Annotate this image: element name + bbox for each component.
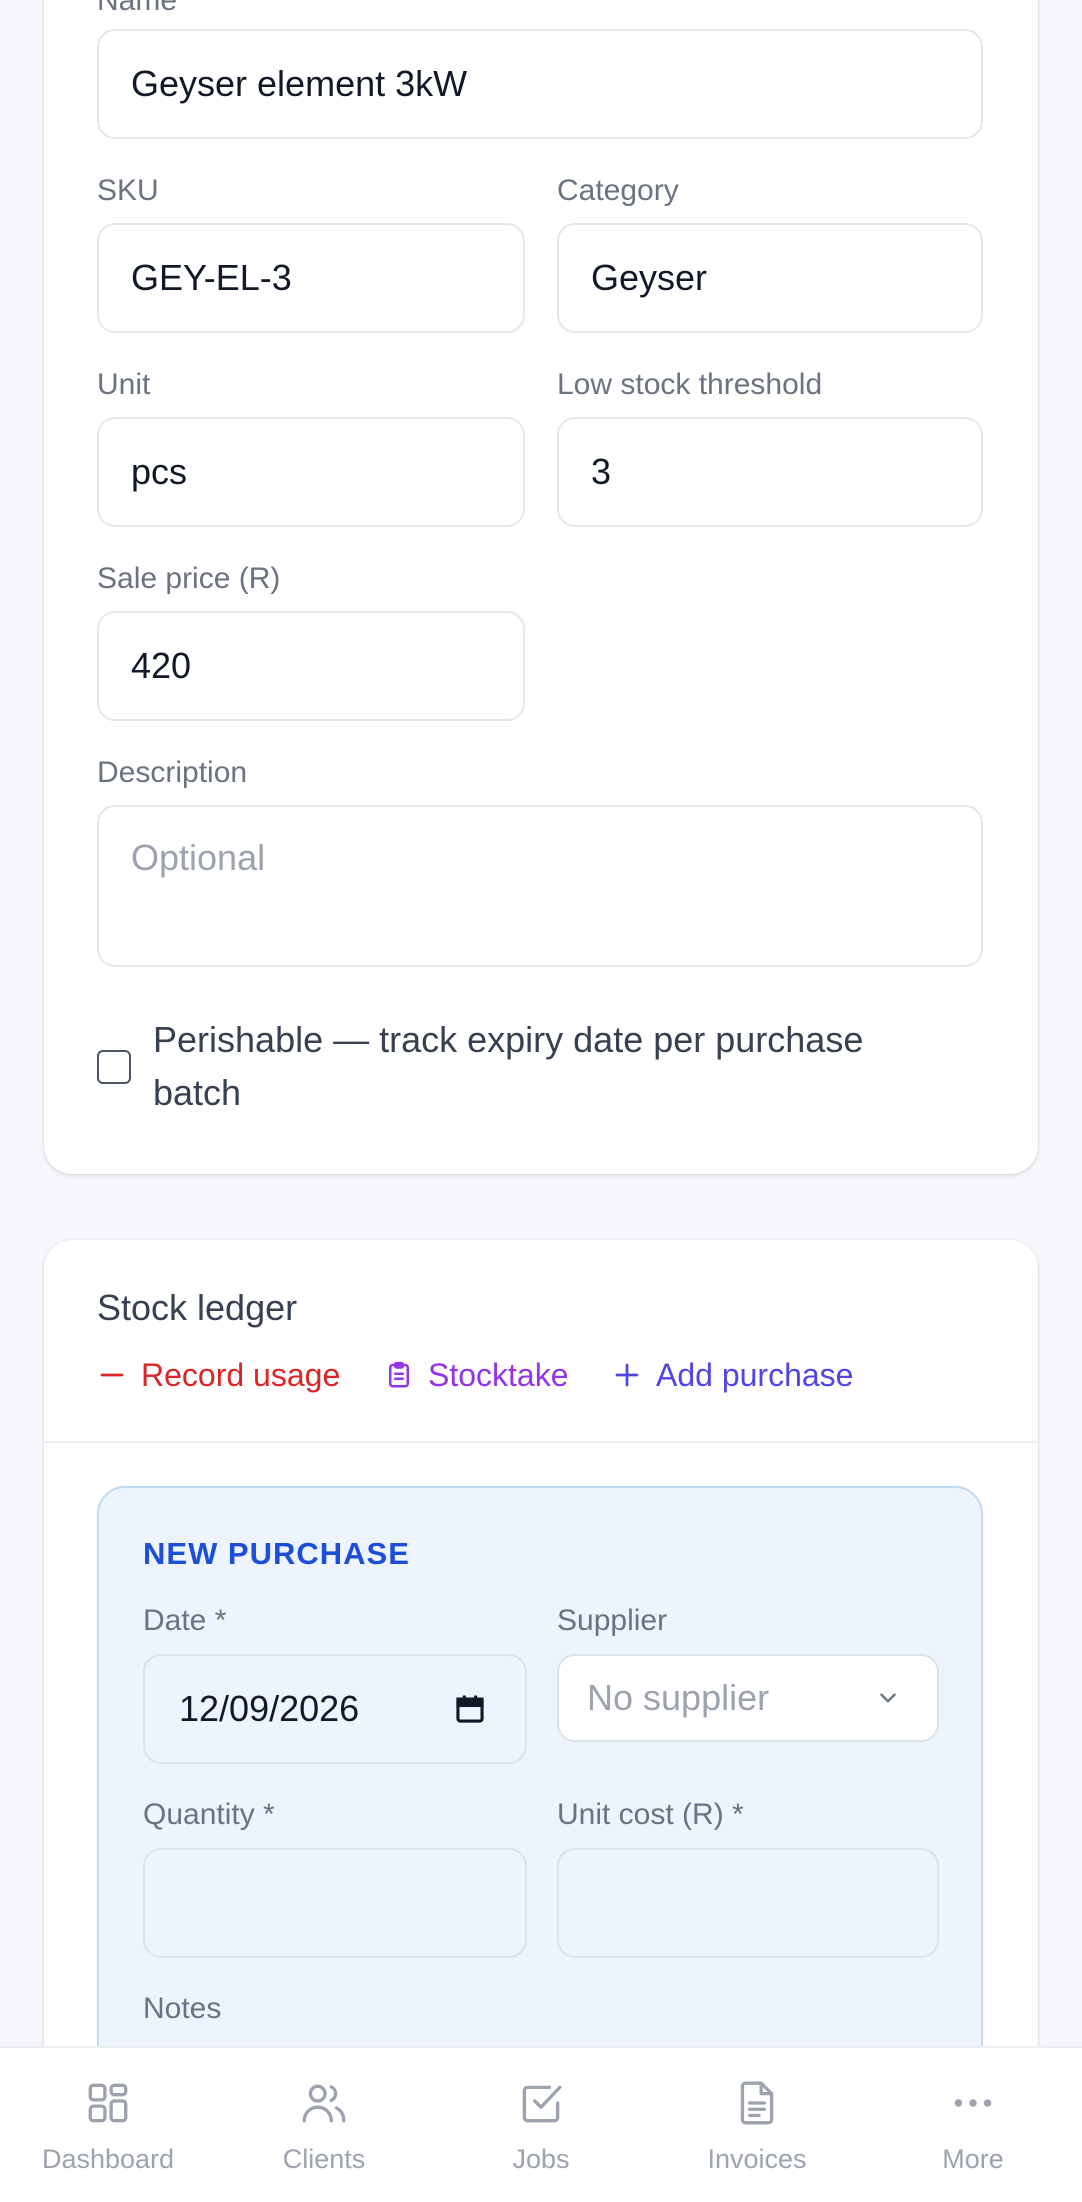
- ledger-divider: [44, 1441, 1038, 1443]
- perishable-label-line2: batch: [153, 1072, 242, 1113]
- users-icon: [302, 2084, 346, 2123]
- category-input[interactable]: Geyser: [557, 223, 983, 333]
- nav-clients-label: Clients: [282, 2144, 366, 2174]
- nav-jobs-label: Jobs: [512, 2144, 570, 2174]
- description-textarea[interactable]: Optional: [97, 805, 983, 967]
- sku-input[interactable]: GEY-EL-3: [97, 223, 525, 333]
- add-purchase-button[interactable]: Add purchase: [612, 1359, 853, 1391]
- bottom-navigation: Dashboard Clients Jobs Invoices More: [0, 2046, 1082, 2202]
- category-label: Category: [557, 174, 679, 207]
- nav-more[interactable]: More: [873, 2048, 1073, 2202]
- dashboard-icon: [88, 2083, 128, 2123]
- nav-invoices[interactable]: Invoices: [657, 2048, 857, 2202]
- threshold-label: Low stock threshold: [557, 368, 823, 401]
- perishable-checkbox[interactable]: [97, 1050, 131, 1084]
- supplier-label: Supplier: [557, 1604, 668, 1637]
- threshold-input[interactable]: 3: [557, 417, 983, 527]
- new-purchase-heading: NEW PURCHASE: [143, 1536, 410, 1571]
- unit-cost-label: Unit cost (R) *: [557, 1798, 744, 1831]
- clipboard-list-icon: [389, 1361, 409, 1388]
- name-input[interactable]: Geyser element 3kW: [97, 29, 983, 139]
- nav-jobs[interactable]: Jobs: [441, 2048, 641, 2202]
- unit-label: Unit: [97, 368, 151, 401]
- price-input[interactable]: 420: [97, 611, 525, 721]
- nav-dashboard-label: Dashboard: [41, 2144, 175, 2174]
- date-value: 12/09/2026: [179, 1688, 360, 1729]
- date-label: Date *: [143, 1604, 227, 1637]
- sku-label: SKU: [97, 174, 159, 207]
- unit-cost-input[interactable]: [557, 1848, 939, 1958]
- nav-clients[interactable]: Clients: [224, 2048, 424, 2202]
- description-label: Description: [97, 756, 248, 789]
- perishable-label-line1: Perishable — track expiry date per purch…: [153, 1019, 864, 1060]
- supplier-value: No supplier: [587, 1677, 770, 1718]
- chevron-down-icon: [880, 1693, 896, 1703]
- plus-icon: [615, 1363, 639, 1387]
- name-label: Name: [97, 0, 178, 17]
- nav-dashboard[interactable]: Dashboard: [8, 2048, 208, 2202]
- calendar-icon[interactable]: [453, 1692, 487, 1726]
- item-details-card: Name Geyser element 3kW SKU GEY-EL-3 Cat…: [44, 0, 1038, 1174]
- more-dots-icon: [954, 2099, 992, 2107]
- record-usage-label: Record usage: [141, 1357, 341, 1393]
- unit-input[interactable]: pcs: [97, 417, 525, 527]
- stocktake-button[interactable]: Stocktake: [384, 1359, 569, 1391]
- check-square-icon: [522, 2085, 562, 2123]
- minus-icon: [100, 1373, 124, 1377]
- stocktake-label: Stocktake: [428, 1357, 569, 1393]
- document-icon: [740, 2081, 774, 2125]
- nav-invoices-label: Invoices: [707, 2144, 807, 2174]
- notes-label: Notes: [143, 1992, 222, 2025]
- quantity-input[interactable]: [143, 1848, 527, 1958]
- record-usage-button[interactable]: Record usage: [97, 1359, 340, 1391]
- nav-more-label: More: [942, 2144, 1004, 2174]
- date-input[interactable]: 12/09/2026: [143, 1654, 527, 1764]
- price-label: Sale price (R): [97, 562, 281, 595]
- supplier-select[interactable]: No supplier: [557, 1654, 939, 1742]
- perishable-label: Perishable — track expiry date per purch…: [153, 1013, 983, 1119]
- stock-ledger-title: Stock ledger: [97, 1287, 298, 1328]
- add-purchase-label: Add purchase: [656, 1357, 854, 1393]
- quantity-label: Quantity *: [143, 1798, 275, 1831]
